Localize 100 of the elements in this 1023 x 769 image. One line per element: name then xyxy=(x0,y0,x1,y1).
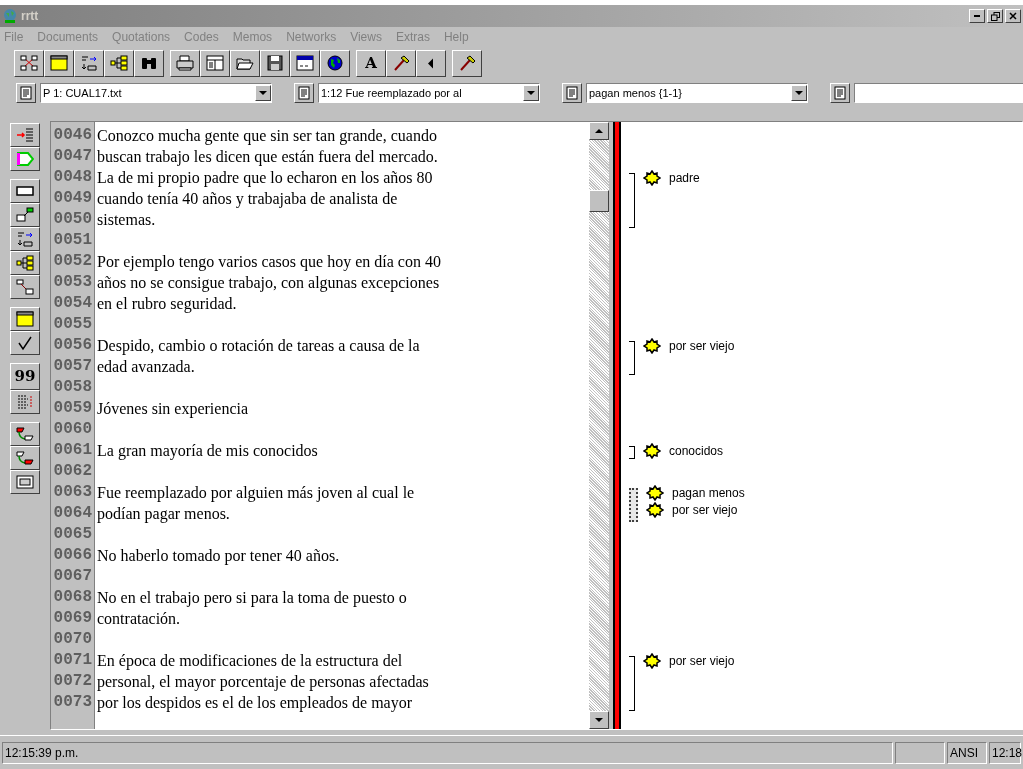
toolbar-button[interactable] xyxy=(10,470,40,494)
toolbar-button[interactable] xyxy=(14,49,44,77)
dropdown[interactable] xyxy=(854,83,1023,103)
link-icon xyxy=(16,279,34,295)
window-icon xyxy=(16,311,34,327)
status-panel: ANSI xyxy=(947,741,987,764)
toolbar-button[interactable] xyxy=(10,179,40,203)
toolbar-button[interactable] xyxy=(10,307,40,331)
restore-icon xyxy=(990,11,1000,21)
line-number: 0048 xyxy=(52,167,93,188)
toolbar-button[interactable] xyxy=(320,49,350,77)
line-number: 0066 xyxy=(52,545,93,566)
line-number: 0067 xyxy=(52,566,93,587)
check-icon xyxy=(16,335,34,351)
line-number: 0050 xyxy=(52,209,93,230)
toolbar-button[interactable] xyxy=(10,331,40,355)
toolbar-button[interactable] xyxy=(230,49,260,77)
scroll-down-button[interactable] xyxy=(589,711,609,729)
binoculars-icon xyxy=(140,55,158,71)
dropdown[interactable]: P 1: CUAL17.txt xyxy=(40,83,272,103)
document-text-line: La gran mayoría de mis conocidos xyxy=(97,442,318,459)
toolbar-button[interactable] xyxy=(10,390,40,414)
toolbar-button[interactable] xyxy=(452,49,482,77)
code-icon xyxy=(646,484,664,501)
toolbar-button[interactable]: 99 xyxy=(10,363,40,390)
tree-icon xyxy=(16,255,34,271)
globe-icon xyxy=(2,8,18,24)
toolbar-button[interactable] xyxy=(386,49,416,77)
quotation-bracket[interactable] xyxy=(629,446,635,459)
document-button[interactable] xyxy=(830,83,850,103)
document-text-line: buscan trabajo les dicen que están fuera del mercado. xyxy=(97,148,438,165)
monitor-icon xyxy=(16,474,34,490)
code-label[interactable]: por ser viejo xyxy=(672,500,738,519)
line-number: 0059 xyxy=(52,398,93,419)
quotation-bracket[interactable] xyxy=(629,173,635,228)
toolbar-button[interactable] xyxy=(260,49,290,77)
dropdown[interactable]: 1:12 Fue reemplazado por al xyxy=(318,83,540,103)
toolbar-button[interactable] xyxy=(134,49,164,77)
line-number: 0056 xyxy=(52,335,93,356)
line-number: 0053 xyxy=(52,272,93,293)
code-icon xyxy=(643,442,661,459)
left-arrow-icon xyxy=(428,57,434,69)
dialog-icon xyxy=(296,55,314,71)
document-text-line: personal, el mayor porcentaje de personas afectadas xyxy=(97,673,429,690)
line-number: 0049 xyxy=(52,188,93,209)
line-number: 0068 xyxy=(52,587,93,608)
toolbar-button[interactable] xyxy=(10,203,40,227)
restore-button[interactable] xyxy=(987,9,1003,23)
code-icon xyxy=(643,337,661,354)
document-text-line: por los despidos es el de los empleados de mayor xyxy=(97,694,413,711)
toolbar-button[interactable] xyxy=(10,275,40,299)
scrollbar[interactable] xyxy=(589,122,609,729)
document-text-line: años no se consigue trabajo, con algunas excepciones xyxy=(97,274,440,291)
document-text-line: edad avanzada. xyxy=(97,358,195,375)
line-number: 0062 xyxy=(52,461,93,482)
quotation-bracket[interactable] xyxy=(629,488,638,522)
line-number: 0063 xyxy=(52,482,93,503)
document-text-line: Conozco mucha gente que sin ser tan grande, cuando xyxy=(97,127,437,144)
scroll-up-button[interactable] xyxy=(589,122,609,140)
toolbar-button[interactable] xyxy=(74,49,104,77)
quotation-bracket[interactable] xyxy=(629,656,635,711)
document-button[interactable] xyxy=(16,83,36,103)
document-text-line: contratación. xyxy=(97,610,181,627)
quotation-bracket[interactable] xyxy=(629,341,635,375)
status-panel: 12:15:39 p.m. xyxy=(2,741,893,764)
code-label[interactable]: conocidos xyxy=(669,441,724,460)
minimize-button[interactable] xyxy=(969,9,985,23)
toolbar-button[interactable] xyxy=(416,49,446,77)
document-text-line: Despido, cambio o rotación de tareas a causa de la xyxy=(97,337,420,354)
status-panel: 12:18 xyxy=(989,741,1021,764)
toolbar-button[interactable]: A xyxy=(356,49,386,77)
toolbar-button[interactable] xyxy=(44,49,74,77)
code-label[interactable]: por ser viejo xyxy=(669,336,735,355)
import-icon xyxy=(80,55,98,71)
toolbar-button[interactable] xyxy=(170,49,200,77)
note-link-icon xyxy=(16,207,34,223)
document-text-line: Fue reemplazado por alguien más joven al cual le xyxy=(97,484,415,501)
toolbar-button[interactable] xyxy=(10,422,40,446)
document-text-line: No haberlo tomado por tener 40 años. xyxy=(97,547,340,564)
toolbar-button[interactable] xyxy=(10,446,40,470)
code-label[interactable]: pagan menos xyxy=(672,483,745,502)
import-icon xyxy=(16,231,34,247)
splitter-bar[interactable] xyxy=(613,122,621,729)
toolbar-button[interactable] xyxy=(10,147,40,171)
toolbar-button[interactable] xyxy=(10,123,40,147)
code-label[interactable]: padre xyxy=(669,168,700,187)
toolbar-button[interactable] xyxy=(10,251,40,275)
line-number: 0061 xyxy=(52,440,93,461)
toolbar-button[interactable] xyxy=(10,227,40,251)
scrollbar-thumb[interactable] xyxy=(589,190,609,212)
close-button[interactable] xyxy=(1005,9,1021,23)
dropdown[interactable]: pagan menos {1-1} xyxy=(586,83,808,103)
printer-icon xyxy=(176,55,194,71)
toolbar-button[interactable] xyxy=(290,49,320,77)
document-button[interactable] xyxy=(562,83,582,103)
document-button[interactable] xyxy=(294,83,314,103)
toolbar-button[interactable] xyxy=(200,49,230,77)
code-label[interactable]: por ser viejo xyxy=(669,651,735,670)
toolbar-button[interactable] xyxy=(104,49,134,77)
network-icon xyxy=(20,55,38,71)
